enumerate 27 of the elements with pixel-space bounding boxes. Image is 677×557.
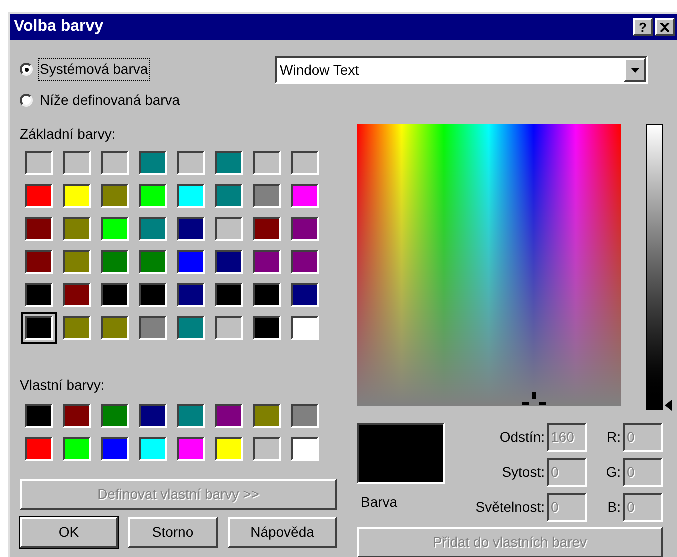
dialog-button[interactable]: Storno: [128, 517, 218, 548]
field-label: B:: [606, 498, 621, 517]
radio-label[interactable]: Systémová barva: [39, 59, 150, 80]
pointer-arrow-icon[interactable]: [665, 400, 672, 411]
field-label: Odstín:: [498, 428, 545, 447]
section-label: Základní barvy:: [20, 125, 117, 144]
crosshair-icon: [522, 392, 546, 405]
dropdown-value: Window Text: [279, 60, 360, 80]
dialog-button[interactable]: Nápověda: [228, 517, 337, 548]
system-color-dropdown[interactable]: Window Text: [275, 56, 648, 84]
close-button[interactable]: [655, 18, 675, 36]
window-title: Volba barvy: [14, 17, 104, 37]
radio-button[interactable]: [20, 63, 33, 76]
radio-label[interactable]: Níže definovaná barva: [39, 90, 182, 111]
section-label: Vlastní barvy:: [20, 376, 106, 395]
field-label: Sytost:: [501, 463, 545, 482]
field-label: G:: [605, 463, 621, 482]
luminance-bar[interactable]: [646, 124, 663, 410]
dropdown-arrow-button[interactable]: [624, 58, 646, 82]
dialog-button[interactable]: OK: [20, 517, 118, 548]
close-icon: [660, 22, 670, 32]
caret-icon: [630, 68, 640, 72]
help-button[interactable]: ?: [633, 18, 653, 36]
field-label: Světelnost:: [474, 498, 545, 517]
radio-button[interactable]: [20, 94, 33, 107]
preview-label: Barva: [361, 493, 399, 512]
field-label: R:: [606, 428, 621, 447]
